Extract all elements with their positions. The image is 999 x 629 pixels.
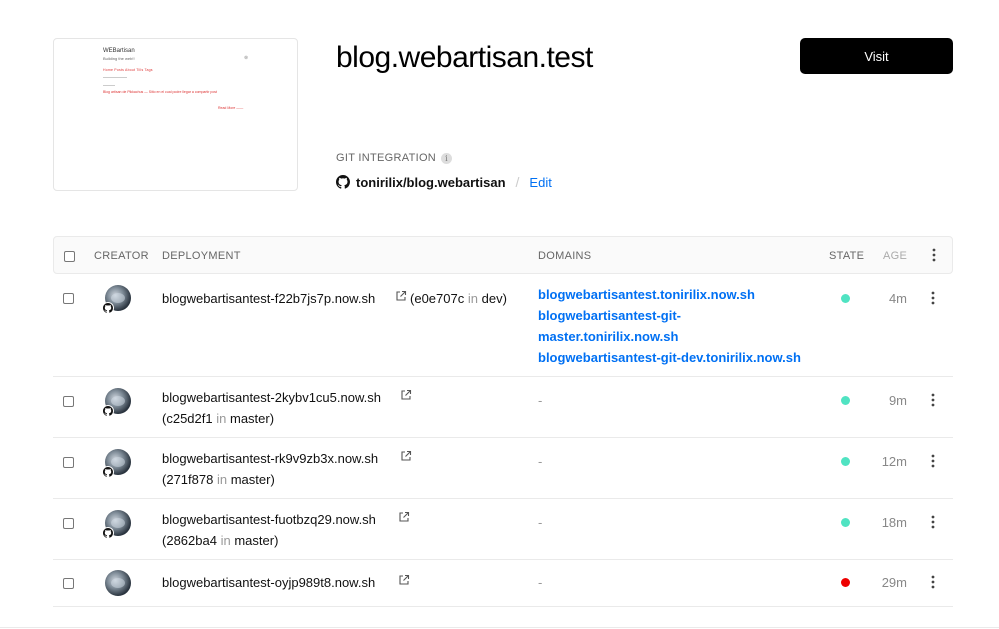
age-text: 9m: [888, 393, 907, 408]
age-text: 29m: [881, 575, 907, 590]
row-checkbox[interactable]: [63, 293, 74, 304]
age-text: 18m: [881, 515, 907, 530]
table-row[interactable]: blogwebartisantest-oyjp989t8.now.sh - 29…: [53, 560, 953, 607]
preview-close-icon: ⊗: [244, 55, 249, 61]
col-domains: DOMAINS: [538, 250, 592, 262]
external-link-icon[interactable]: [400, 450, 412, 465]
visit-button[interactable]: Visit: [800, 38, 953, 74]
external-link-icon[interactable]: [398, 511, 410, 526]
commit-in: in: [220, 533, 231, 548]
deployment-url[interactable]: blogwebartisantest-f22b7js7p.now.sh: [162, 291, 375, 306]
header-more-icon[interactable]: [926, 248, 942, 262]
preview-nav: Home Posts About Tills Tags: [103, 68, 153, 72]
commit-in: in: [467, 291, 478, 306]
domain-link[interactable]: blogwebartisantest.tonirilix.now.sh: [538, 284, 801, 305]
select-all-checkbox[interactable]: [64, 251, 75, 262]
commit-info: (c25d2f1 in master): [162, 411, 275, 426]
col-creator: CREATOR: [94, 250, 149, 262]
git-integration-row: tonirilix/blog.webartisan / Edit: [336, 174, 552, 190]
row-more-icon[interactable]: [925, 453, 941, 469]
col-deployment: DEPLOYMENT: [162, 250, 241, 262]
deployments-table: CREATOR DEPLOYMENT DOMAINS STATE AGE blo…: [53, 236, 953, 607]
domains-empty: -: [538, 454, 543, 469]
row-checkbox[interactable]: [63, 578, 74, 589]
col-age[interactable]: AGE: [883, 250, 907, 262]
row-more-icon[interactable]: [925, 290, 941, 306]
state-indicator: [841, 518, 850, 527]
row-checkbox[interactable]: [63, 518, 74, 529]
state-indicator: [841, 578, 850, 587]
age-text: 12m: [881, 454, 907, 469]
commit-branch: master: [230, 472, 271, 487]
commit-info: (e0e707c in dev): [410, 291, 507, 306]
domain-link[interactable]: master.tonirilix.now.sh: [538, 326, 801, 347]
git-edit-link[interactable]: Edit: [529, 175, 551, 190]
avatar: [105, 570, 131, 596]
row-more-icon[interactable]: [925, 514, 941, 530]
domains-empty: -: [538, 515, 543, 530]
domains-empty: -: [538, 575, 543, 590]
table-row[interactable]: blogwebartisantest-2kybv1cu5.now.sh (c25…: [53, 377, 953, 438]
domain-link[interactable]: blogwebartisantest-git-: [538, 305, 801, 326]
site-preview-thumbnail[interactable]: WEBartisan Building the web!! ⊗ Home Pos…: [53, 38, 298, 191]
github-icon: [102, 405, 114, 417]
external-link-icon[interactable]: [400, 389, 412, 404]
commit-branch: dev: [481, 291, 503, 306]
deployment-url[interactable]: blogwebartisantest-rk9v9zb3x.now.sh: [162, 451, 378, 466]
commit-sha[interactable]: c25d2f1: [166, 411, 212, 426]
commit-branch: master: [229, 411, 270, 426]
commit-branch: master: [234, 533, 275, 548]
info-icon[interactable]: i: [441, 152, 453, 164]
github-icon: [102, 527, 114, 539]
commit-info: (2862ba4 in master): [162, 533, 279, 548]
col-state: STATE: [829, 250, 865, 262]
commit-in: in: [216, 472, 228, 487]
commit-in: in: [216, 411, 227, 426]
deployment-url[interactable]: blogwebartisantest-oyjp989t8.now.sh: [162, 575, 375, 590]
git-integration-label: GIT INTEGRATION i: [336, 152, 453, 164]
state-indicator: [841, 457, 850, 466]
preview-read-more: Read More ——: [218, 106, 244, 110]
preview-post: Blog artisan de Pikkachus — Sitio en el …: [103, 90, 218, 94]
domains-list: blogwebartisantest.tonirilix.now.sh blog…: [538, 284, 801, 368]
row-checkbox[interactable]: [63, 457, 74, 468]
github-icon: [102, 466, 114, 478]
page-title: blog.webartisan.test: [336, 41, 593, 74]
state-indicator: [841, 294, 850, 303]
commit-info: (271f878 in master): [162, 472, 275, 487]
preview-divider: [103, 85, 115, 86]
external-link-icon[interactable]: [395, 290, 407, 305]
deployment-url[interactable]: blogwebartisantest-2kybv1cu5.now.sh: [162, 390, 381, 405]
commit-sha[interactable]: e0e707c: [414, 291, 464, 306]
age-text: 4m: [888, 291, 907, 306]
commit-sha[interactable]: 271f878: [166, 472, 213, 487]
page-divider: [0, 627, 999, 628]
git-repo-name[interactable]: tonirilix/blog.webartisan: [356, 175, 506, 190]
row-more-icon[interactable]: [925, 574, 941, 590]
table-header: CREATOR DEPLOYMENT DOMAINS STATE AGE: [53, 236, 953, 274]
git-integration-text: GIT INTEGRATION: [336, 152, 437, 164]
domains-empty: -: [538, 393, 543, 408]
github-icon: [336, 175, 350, 189]
preview-title: WEBartisan: [103, 48, 135, 54]
preview-divider: [103, 77, 127, 78]
table-row[interactable]: blogwebartisantest-fuotbzq29.now.sh (286…: [53, 499, 953, 560]
external-link-icon[interactable]: [398, 574, 410, 589]
domain-link[interactable]: blogwebartisantest-git-dev.tonirilix.now…: [538, 347, 801, 368]
row-more-icon[interactable]: [925, 392, 941, 408]
table-row[interactable]: blogwebartisantest-rk9v9zb3x.now.sh (271…: [53, 438, 953, 499]
commit-sha[interactable]: 2862ba4: [166, 533, 217, 548]
github-icon: [102, 302, 114, 314]
state-indicator: [841, 396, 850, 405]
git-separator: /: [515, 174, 520, 190]
preview-subtitle: Building the web!!: [103, 56, 135, 61]
table-row[interactable]: blogwebartisantest-f22b7js7p.now.sh (e0e…: [53, 274, 953, 377]
deployment-url[interactable]: blogwebartisantest-fuotbzq29.now.sh: [162, 512, 376, 527]
row-checkbox[interactable]: [63, 396, 74, 407]
